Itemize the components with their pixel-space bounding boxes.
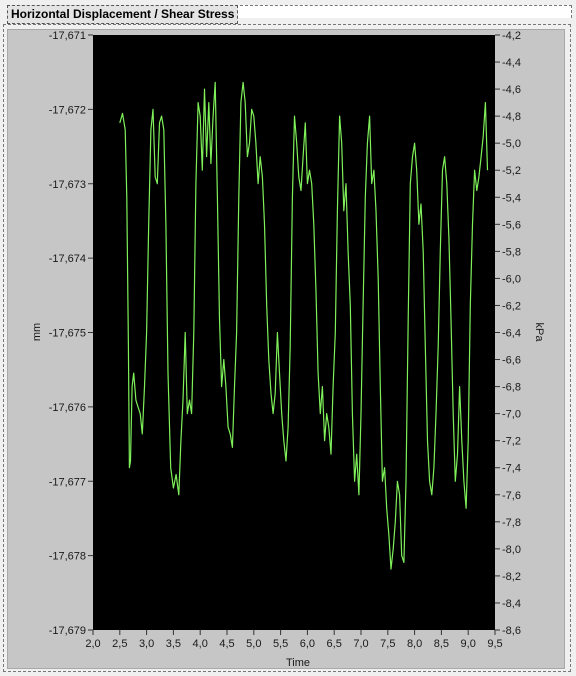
x-tick-label: 4,5 — [219, 638, 234, 650]
y2-tick-label: -5,0 — [502, 138, 521, 150]
y2-tick-label: -6,8 — [502, 382, 521, 394]
y2-tick-label: -5,8 — [502, 246, 521, 258]
y2-tick-label: -4,8 — [502, 111, 521, 123]
x-tick-label: 7,0 — [353, 638, 368, 650]
y-tick-label: -17,676 — [49, 402, 86, 414]
y2-tick-label: -4,4 — [502, 57, 521, 69]
y2-tick-label: -6,2 — [502, 300, 521, 312]
y2-tick-label: -6,0 — [502, 273, 521, 285]
y2-tick-label: -5,6 — [502, 219, 521, 231]
x-tick-label: 2,5 — [112, 638, 127, 650]
x-tick-label: 8,5 — [434, 638, 449, 650]
y2-tick-label: -5,4 — [502, 192, 521, 204]
x-tick-label: 9,5 — [487, 638, 502, 650]
y2-tick-label: -7,8 — [502, 517, 521, 529]
y2-tick-label: -6,4 — [502, 328, 521, 340]
x-tick-label: 4,0 — [193, 638, 208, 650]
y-tick-label: -17,674 — [49, 253, 86, 265]
y2-tick-label: -5,2 — [502, 165, 521, 177]
x-tick-label: 7,5 — [380, 638, 395, 650]
y-axis-title: mm — [31, 323, 43, 341]
y2-tick-label: -4,2 — [502, 30, 521, 42]
x-tick-label: 2,0 — [85, 638, 100, 650]
x-tick-label: 6,5 — [327, 638, 342, 650]
chart-svg: -17,671 -17,672 -17,673 -17,674 -17,675 -17,6… — [31, 30, 545, 669]
y-tick-label: -17,675 — [49, 328, 86, 340]
y2-tick-label: -4,6 — [502, 84, 521, 96]
y-tick-label: -17,677 — [49, 476, 86, 488]
x-tick-label: 3,5 — [166, 638, 181, 650]
y2-axis-title: kPa — [533, 323, 545, 343]
bottom-axis: 2,0 2,5 3,0 3,5 4,0 4,5 5,0 5,5 6,0 6,5 7,0 7,5 8,0 8… — [85, 630, 503, 650]
y2-tick-label: -7,4 — [502, 463, 521, 475]
y2-tick-label: -8,0 — [502, 544, 521, 556]
x-axis-title: Time — [286, 657, 310, 669]
x-tick-label: 3,0 — [139, 638, 154, 650]
right-axis: -4,2 -4,4 -4,6 -4,8 -5,0 -5,2 -5,4 -5,6 -5,8 -6,0… — [495, 30, 521, 637]
y-tick-label: -17,673 — [49, 179, 86, 191]
y2-tick-label: -8,4 — [502, 598, 521, 610]
y-tick-label: -17,672 — [49, 104, 86, 116]
x-tick-label: 8,0 — [407, 638, 422, 650]
y2-tick-label: -6,6 — [502, 355, 521, 367]
y2-tick-label: -7,6 — [502, 490, 521, 502]
y2-tick-label: -7,2 — [502, 436, 521, 448]
x-tick-label: 6,0 — [300, 638, 315, 650]
x-tick-label: 5,5 — [273, 638, 288, 650]
x-tick-label: 5,0 — [246, 638, 261, 650]
x-tick-label: 9,0 — [461, 638, 476, 650]
y-tick-label: -17,671 — [49, 30, 86, 42]
y2-tick-label: -7,0 — [502, 409, 521, 421]
chart-window: Horizontal Displacement / Shear Stress -… — [0, 0, 576, 676]
y2-tick-label: -8,2 — [502, 571, 521, 583]
y-tick-label: -17,678 — [49, 551, 86, 563]
y2-tick-label: -8,6 — [502, 625, 521, 637]
y-tick-label: -17,679 — [49, 625, 86, 637]
left-axis: -17,671 -17,672 -17,673 -17,674 -17,675 -17,6… — [49, 30, 93, 637]
